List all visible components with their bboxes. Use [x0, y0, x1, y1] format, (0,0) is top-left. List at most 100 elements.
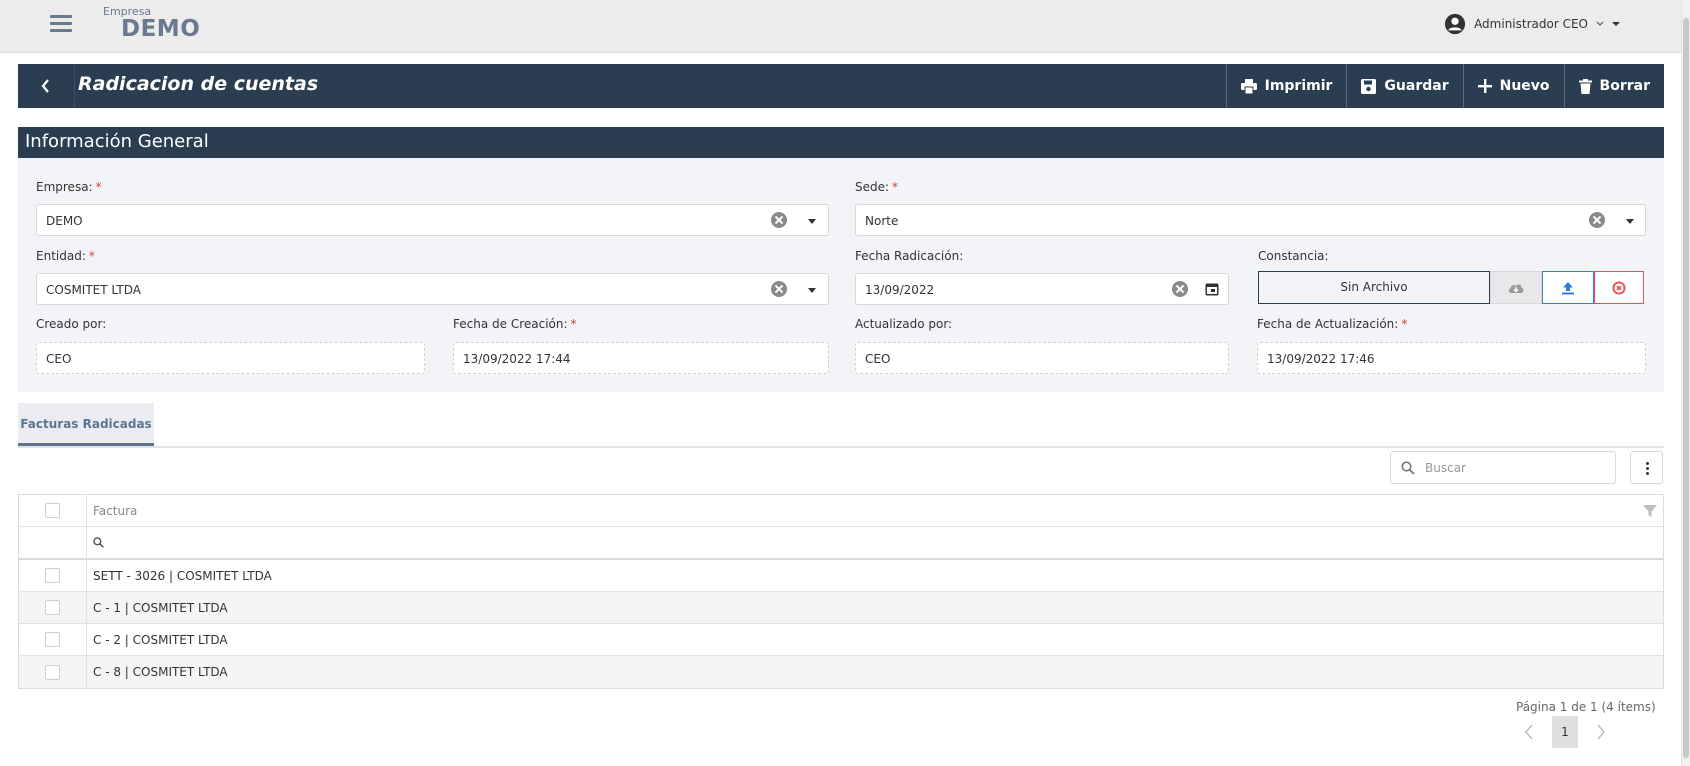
filter-row-empty-cell	[19, 527, 87, 558]
page-scrollbar[interactable]	[1681, 0, 1690, 766]
fecha-radicacion-label: Fecha Radicación:	[855, 249, 964, 263]
fecha-creacion-label: Fecha de Creación: *	[453, 317, 577, 331]
user-avatar-icon	[1444, 13, 1466, 35]
entidad-label: Entidad: *	[36, 249, 95, 263]
select-all-checkbox[interactable]	[45, 503, 60, 518]
section-title: Información General	[25, 131, 209, 152]
pager-info: Página 1 de 1 (4 ítems)	[1516, 700, 1656, 714]
download-button[interactable]	[1490, 271, 1542, 304]
more-vertical-icon[interactable]	[1630, 451, 1663, 484]
upload-button[interactable]	[1542, 271, 1594, 304]
grid-header-row: Factura	[19, 495, 1663, 527]
save-label: Guardar	[1384, 78, 1449, 94]
brand-name: DEMO	[121, 16, 201, 42]
row-checkbox[interactable]	[45, 664, 60, 680]
printer-icon	[1240, 78, 1257, 94]
fecha-actualizacion-value: 13/09/2022 17:46	[1267, 352, 1375, 366]
entidad-value: COSMITET LTDA	[46, 283, 141, 297]
column-header-factura[interactable]: Factura	[87, 495, 1663, 526]
top-bar: Empresa DEMO Administrador CEO	[0, 0, 1690, 53]
fecha-radicacion-input[interactable]: 13/09/2022	[855, 273, 1229, 305]
caret-down-icon[interactable]	[1626, 219, 1634, 224]
fecha-actualizacion-field: 13/09/2022 17:46	[1257, 342, 1646, 374]
remove-circle-icon	[1612, 281, 1626, 294]
delete-button[interactable]: Borrar	[1563, 64, 1664, 108]
tab-divider	[18, 446, 1664, 448]
sede-value: Norte	[865, 214, 899, 228]
action-toolbar: Imprimir Guardar Nuevo Borrar	[1225, 64, 1664, 108]
chevron-right-icon[interactable]	[1596, 724, 1606, 740]
clear-icon[interactable]	[1172, 281, 1188, 297]
creado-por-value: CEO	[46, 352, 72, 366]
select-all-cell	[19, 495, 87, 526]
menu-icon[interactable]	[50, 15, 72, 33]
actualizado-por-value: CEO	[865, 352, 891, 366]
actualizado-por-field: CEO	[855, 342, 1229, 374]
filter-input[interactable]	[87, 527, 1663, 558]
fecha-radicacion-value: 13/09/2022	[865, 283, 935, 297]
print-label: Imprimir	[1264, 78, 1333, 94]
table-row[interactable]: C - 2 | COSMITET LTDA	[19, 624, 1663, 656]
caret-down-icon[interactable]	[808, 288, 816, 293]
constancia-file-status: Sin Archivo	[1258, 271, 1490, 304]
creado-por-field: CEO	[36, 342, 425, 374]
row-checkbox-cell	[19, 624, 87, 655]
plus-icon	[1477, 79, 1492, 93]
user-menu[interactable]: Administrador CEO	[1444, 13, 1620, 35]
fecha-creacion-field: 13/09/2022 17:44	[453, 342, 829, 374]
facturas-grid: Factura SETT - 3026 | COSMITET LTDA C - …	[18, 494, 1664, 689]
row-checkbox[interactable]	[45, 632, 60, 647]
table-row[interactable]: C - 1 | COSMITET LTDA	[19, 592, 1663, 624]
upload-icon	[1562, 281, 1574, 294]
factura-cell: C - 8 | COSMITET LTDA	[93, 665, 228, 679]
clear-icon[interactable]	[771, 212, 787, 228]
caret-down-icon[interactable]	[808, 219, 816, 224]
new-label: Nuevo	[1499, 78, 1550, 94]
factura-cell: C - 1 | COSMITET LTDA	[93, 600, 228, 615]
remove-file-button[interactable]	[1594, 271, 1644, 304]
sede-select[interactable]: Norte	[855, 204, 1646, 236]
creado-por-label: Creado por:	[36, 317, 107, 331]
fecha-actualizacion-label: Fecha de Actualización: *	[1257, 317, 1408, 331]
back-button[interactable]	[18, 64, 75, 108]
clear-icon[interactable]	[771, 281, 787, 297]
table-row[interactable]: SETT - 3026 | COSMITET LTDA	[19, 560, 1663, 592]
section-header: Información General	[18, 127, 1664, 158]
pager: 1	[1524, 716, 1606, 748]
calendar-icon[interactable]	[1205, 282, 1219, 296]
search-icon	[93, 537, 104, 548]
back-arrow-icon	[41, 79, 49, 93]
entidad-select[interactable]: COSMITET LTDA	[36, 273, 829, 305]
search-icon	[1401, 461, 1415, 475]
factura-cell: SETT - 3026 | COSMITET LTDA	[93, 568, 272, 583]
row-checkbox[interactable]	[45, 568, 60, 583]
trash-icon	[1578, 78, 1592, 94]
factura-cell: C - 2 | COSMITET LTDA	[93, 632, 228, 647]
title-bar: Radicacion de cuentas Imprimir Guardar N…	[18, 64, 1664, 108]
search-input[interactable]: Buscar	[1390, 451, 1616, 484]
page-button-1[interactable]: 1	[1552, 716, 1578, 748]
filter-icon[interactable]	[1643, 504, 1657, 518]
cloud-download-icon	[1508, 283, 1524, 293]
row-checkbox-cell	[19, 560, 87, 591]
constancia-label: Constancia:	[1258, 249, 1329, 263]
caret-down-icon	[1612, 22, 1620, 26]
save-button[interactable]: Guardar	[1346, 64, 1462, 108]
chevron-down-icon	[1596, 21, 1604, 26]
delete-label: Borrar	[1599, 78, 1650, 94]
tab-facturas-radicadas[interactable]: Facturas Radicadas	[18, 403, 154, 446]
print-button[interactable]: Imprimir	[1225, 64, 1347, 108]
row-checkbox[interactable]	[45, 600, 60, 615]
new-button[interactable]: Nuevo	[1462, 64, 1564, 108]
empresa-label: Empresa: *	[36, 180, 102, 194]
empresa-value: DEMO	[46, 214, 83, 228]
scrollbar-thumb[interactable]	[1683, 18, 1689, 758]
chevron-left-icon[interactable]	[1524, 724, 1534, 740]
actualizado-por-label: Actualizado por:	[855, 317, 953, 331]
user-name: Administrador CEO	[1474, 17, 1588, 31]
table-row[interactable]: C - 8 | COSMITET LTDA	[19, 656, 1663, 688]
sede-label: Sede: *	[855, 180, 899, 194]
page-title: Radicacion de cuentas	[78, 73, 319, 95]
empresa-select[interactable]: DEMO	[36, 204, 829, 236]
clear-icon[interactable]	[1589, 212, 1605, 228]
